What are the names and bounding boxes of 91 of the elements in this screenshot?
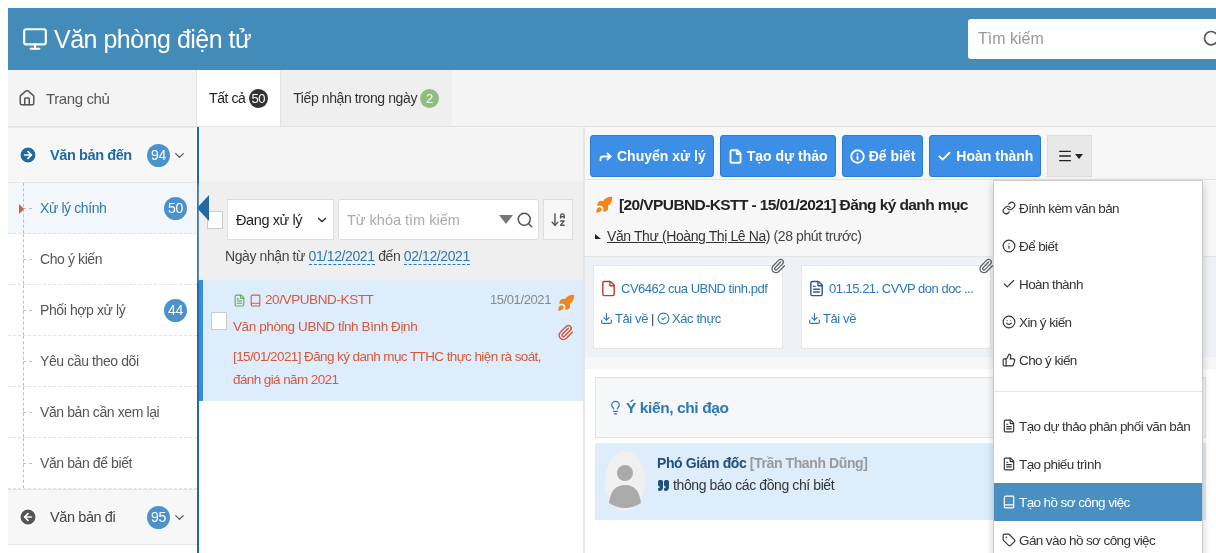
quote-icon	[657, 478, 670, 492]
menu-item[interactable]: Tạo phiếu trình	[994, 445, 1202, 483]
sidebar-item[interactable]: Văn bản cần xem lại	[8, 387, 197, 438]
document-icon	[1002, 419, 1016, 433]
arrow-right-icon	[18, 145, 38, 165]
sidebar-section[interactable]: Văn bản đến 94	[8, 127, 197, 183]
document-icon	[1002, 457, 1016, 471]
book-icon	[1002, 495, 1016, 509]
download-link[interactable]: Tải về	[600, 311, 648, 326]
menu-icon	[1056, 148, 1073, 164]
rocket-icon	[557, 294, 575, 312]
monitor-icon	[22, 26, 48, 52]
pdf-file-icon	[600, 280, 617, 297]
sort-button[interactable]	[543, 199, 573, 240]
menu-item[interactable]: Tạo hồ sơ công việc	[994, 483, 1202, 521]
count-badge: 2	[420, 88, 439, 108]
dropdown-icon	[499, 215, 513, 224]
count-badge: 95	[147, 505, 170, 529]
sidebar-item[interactable]: Văn bản để biết	[8, 438, 197, 489]
search-field[interactable]: Tìm kiếm	[968, 19, 1216, 59]
search-icon[interactable]	[1202, 29, 1216, 49]
sender-info: Văn Thư (Hoàng Thị Lê Na) (28 phút trước)	[607, 228, 862, 244]
section-label: Văn bản đến	[50, 147, 133, 163]
link-icon	[1002, 201, 1016, 215]
comment-author: Phó Giám đốc [Trần Thanh Dũng]	[657, 455, 868, 471]
check-icon	[1002, 277, 1016, 291]
word-file-icon	[808, 280, 825, 297]
download-icon	[600, 312, 613, 325]
sort-icon	[549, 211, 567, 228]
document-icon	[233, 293, 246, 307]
status-select[interactable]: Đang xử lý	[227, 199, 334, 240]
verify-link[interactable]: Xác thực	[657, 311, 721, 326]
sender-link[interactable]: Văn Thư (Hoàng Thị Lê Na)	[607, 228, 771, 244]
sender-text: Văn phòng UBND tỉnh Bình Định	[233, 318, 419, 336]
tag-icon	[1002, 533, 1016, 547]
sidebar-item[interactable]: Phối hợp xử lý 44	[8, 285, 197, 336]
caret-icon	[1074, 153, 1083, 159]
search-icon	[516, 210, 534, 229]
document-summary: [15/01/2021] Đăng ký danh mục TTHC thực hiện rà soát, đánh giá năm 2021	[233, 348, 542, 389]
book-icon	[249, 293, 262, 307]
download-icon	[808, 312, 821, 325]
menu-item[interactable]: Đính kèm văn bản	[994, 189, 1202, 227]
count-badge: 94	[147, 143, 170, 167]
smile-icon	[1002, 315, 1016, 329]
section-title: Ý kiến, chỉ đạo	[626, 398, 729, 417]
home-icon	[18, 89, 36, 107]
tab[interactable]: Tất cả 50	[197, 70, 282, 126]
menu-item[interactable]: Gán vào hồ sơ công việc	[994, 521, 1202, 553]
separator: |	[651, 311, 654, 326]
caret-icon	[19, 204, 24, 214]
lightbulb-icon	[608, 400, 623, 415]
date-range-text: Ngày nhận từ 01/12/2021 đến 02/12/2021	[225, 248, 471, 264]
comment-text: thông báo các đồng chí biết	[673, 477, 835, 493]
check-circle-icon	[657, 312, 670, 325]
rocket-icon	[595, 196, 613, 214]
date-link[interactable]: 02/12/2021	[403, 248, 470, 265]
attachment-link[interactable]: CV6462 cua UBND tinh.pdf	[600, 280, 776, 297]
download-link[interactable]: Tải về	[808, 311, 856, 326]
app-title: Văn phòng điện tử	[54, 24, 252, 54]
document-title: [20/VPUBND-KSTT - 15/01/2021] Đăng ký danh mục	[619, 196, 968, 214]
item-checkbox[interactable]	[211, 312, 227, 330]
sidebar-item[interactable]: Cho ý kiến	[8, 234, 197, 285]
keyword-search-field[interactable]: Từ khóa tìm kiếm	[338, 199, 539, 240]
section-label: Văn bản đi	[50, 509, 117, 525]
document-icon	[727, 148, 743, 164]
menu-item[interactable]: Cho ý kiến	[994, 341, 1202, 379]
paperclip-icon	[557, 324, 574, 341]
document-date: 15/01/2021	[489, 292, 551, 308]
attachment-link[interactable]: 01.15.21. CVVP don doc ...	[808, 280, 984, 297]
sidebar-section[interactable]: Văn bản đi 95	[8, 489, 197, 545]
menu-item[interactable]: Để biết	[994, 227, 1202, 265]
select-all-checkbox[interactable]	[207, 210, 223, 229]
caret-icon	[595, 233, 601, 239]
paperclip-icon	[978, 258, 994, 274]
avatar-icon	[605, 451, 645, 511]
info-icon	[1002, 239, 1016, 253]
arrow-left-icon	[18, 507, 38, 527]
count-badge: 50	[248, 88, 269, 108]
count-badge: 50	[164, 196, 187, 220]
menu-item[interactable]: Tạo dự thảo phân phối văn bản	[994, 407, 1202, 445]
paperclip-icon	[770, 258, 786, 274]
date-link[interactable]: 01/12/2021	[308, 248, 375, 265]
thumbs-up-icon	[1002, 353, 1016, 367]
menu-item[interactable]: Xin ý kiến	[994, 303, 1202, 341]
tab[interactable]: Tiếp nhận trong ngày 2	[281, 70, 452, 126]
count-badge: 44	[164, 298, 187, 322]
more-menu-button[interactable]	[1047, 135, 1093, 177]
info-icon	[849, 148, 865, 164]
sidebar-item[interactable]: Yêu cầu theo dõi	[8, 336, 197, 387]
document-number: 20/VPUBND-KSTT	[265, 292, 374, 308]
menu-item[interactable]: Hoàn thành	[994, 265, 1202, 303]
